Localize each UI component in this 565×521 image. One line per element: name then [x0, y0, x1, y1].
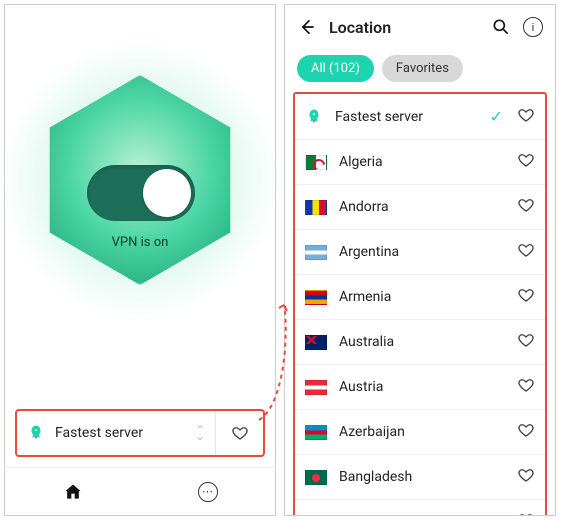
heart-icon	[517, 151, 535, 169]
favorite-button[interactable]	[517, 421, 535, 443]
heart-icon	[517, 286, 535, 304]
favorite-button[interactable]	[517, 331, 535, 353]
heart-icon	[517, 196, 535, 214]
filter-tabs: All (102) Favorites	[285, 49, 555, 92]
check-icon: ✓	[490, 107, 503, 126]
location-label: Austria	[339, 379, 505, 395]
back-button[interactable]	[297, 17, 317, 37]
arrow-left-icon	[297, 17, 317, 37]
location-label: Azerbaijan	[339, 424, 505, 440]
heart-icon	[517, 106, 535, 124]
flag-icon	[305, 155, 327, 170]
filter-all[interactable]: All (102)	[297, 55, 374, 82]
location-row[interactable]: Bangladesh	[295, 454, 545, 499]
favorite-button[interactable]	[517, 106, 535, 128]
flag-icon	[305, 515, 327, 517]
server-selector[interactable]: Fastest server ⌃⌄	[15, 409, 265, 457]
favorite-button[interactable]	[517, 196, 535, 218]
favorite-button[interactable]	[517, 151, 535, 173]
favorite-button[interactable]	[215, 411, 263, 455]
rocket-icon	[305, 108, 323, 126]
favorite-button[interactable]	[517, 466, 535, 488]
location-label: Australia	[339, 334, 505, 350]
location-row[interactable]: Algeria	[295, 139, 545, 184]
location-label: Armenia	[339, 289, 505, 305]
heart-icon	[517, 376, 535, 394]
location-row[interactable]: Austria	[295, 364, 545, 409]
more-icon: ⋯	[198, 482, 218, 502]
main-screen: VPN is on Fastest server ⌃⌄ ⋯	[4, 4, 276, 516]
toggle-knob	[143, 169, 191, 217]
location-label: Andorra	[339, 199, 505, 215]
more-button[interactable]: ⋯	[198, 482, 218, 502]
location-label: Algeria	[339, 154, 505, 170]
vpn-status-label: VPN is on	[5, 235, 275, 250]
up-down-chevron-icon: ⌃⌄	[195, 427, 215, 439]
flag-icon	[305, 470, 327, 485]
info-button[interactable]: i	[523, 17, 543, 37]
favorite-button[interactable]	[517, 241, 535, 263]
vpn-toggle[interactable]	[87, 165, 195, 221]
filter-favorites[interactable]: Favorites	[382, 55, 463, 82]
home-button[interactable]	[63, 482, 83, 502]
location-row[interactable]: Argentina	[295, 229, 545, 274]
info-icon: i	[523, 17, 543, 37]
heart-icon	[517, 331, 535, 349]
search-button[interactable]	[491, 17, 511, 37]
location-label: Argentina	[339, 244, 505, 260]
location-label: Fastest server	[335, 109, 478, 125]
location-row[interactable]: Fastest server ✓	[295, 94, 545, 139]
heart-icon	[517, 241, 535, 259]
favorite-button[interactable]	[517, 376, 535, 398]
location-row[interactable]: Australia	[295, 319, 545, 364]
rocket-icon	[27, 424, 45, 442]
flag-icon	[305, 335, 327, 350]
flag-icon	[305, 290, 327, 305]
flag-icon	[305, 425, 327, 440]
server-selector-main[interactable]: Fastest server	[17, 424, 195, 442]
location-row[interactable]: Andorra	[295, 184, 545, 229]
topbar: Location i	[285, 5, 555, 49]
location-screen: Location i All (102) Favorites Fastest s…	[284, 4, 556, 516]
flag-icon	[305, 245, 327, 260]
location-row[interactable]: Azerbaijan	[295, 409, 545, 454]
location-row[interactable]: Belarus	[295, 499, 545, 516]
location-list: Fastest server ✓ Algeria Andorra Argentina Ar…	[293, 92, 547, 516]
heart-icon	[517, 511, 535, 516]
page-title: Location	[329, 18, 479, 37]
location-label: Belarus	[339, 514, 505, 516]
heart-icon	[231, 424, 249, 442]
bottom-nav: ⋯	[5, 467, 275, 515]
home-icon	[63, 482, 83, 502]
location-label: Bangladesh	[339, 469, 505, 485]
search-icon	[491, 17, 511, 37]
heart-icon	[517, 466, 535, 484]
location-row[interactable]: Armenia	[295, 274, 545, 319]
heart-icon	[517, 421, 535, 439]
selected-server-label: Fastest server	[55, 425, 143, 441]
favorite-button[interactable]	[517, 286, 535, 308]
flag-icon	[305, 380, 327, 395]
hero: VPN is on	[5, 5, 275, 375]
flag-icon	[305, 200, 327, 215]
favorite-button[interactable]	[517, 511, 535, 516]
